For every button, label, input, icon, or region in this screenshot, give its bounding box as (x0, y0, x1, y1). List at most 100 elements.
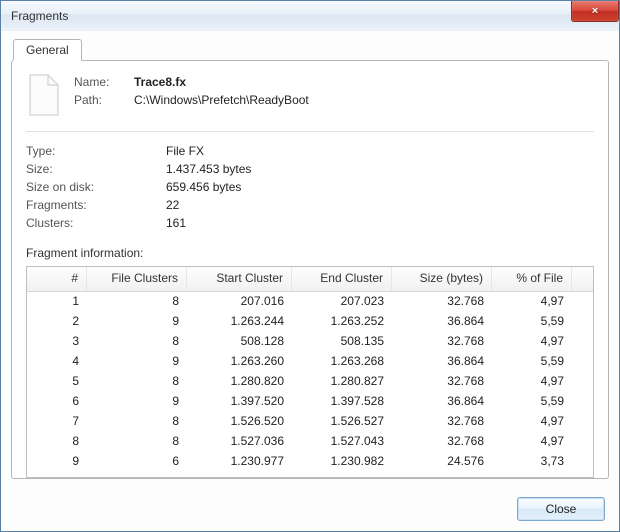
table-cell: 207.023 (292, 291, 392, 311)
table-cell: 1.397.520 (187, 391, 292, 411)
dialog-footer: Close (517, 497, 605, 521)
table-cell: 8 (87, 331, 187, 351)
table-cell: 1.263.260 (187, 351, 292, 371)
table-cell: 32.768 (392, 331, 492, 351)
tab-header: General (13, 39, 82, 61)
table-cell: 1.263.268 (292, 351, 392, 371)
close-button[interactable]: Close (517, 497, 605, 521)
table-row[interactable]: 291.263.2441.263.25236.8645,59 (27, 311, 593, 331)
table-row[interactable]: 881.527.0361.527.04332.7684,97 (27, 431, 593, 451)
table-cell: 9 (87, 311, 187, 331)
table-cell: 32.768 (392, 291, 492, 311)
table-cell: 1.527.043 (292, 431, 392, 451)
col-size-bytes[interactable]: Size (bytes) (392, 267, 492, 291)
table-cell: 207.016 (187, 291, 292, 311)
table-cell: 1.280.827 (292, 371, 392, 391)
table-cell: 8 (87, 431, 187, 451)
window-close-button[interactable]: × (571, 1, 619, 22)
divider (26, 131, 594, 132)
col-end-cluster[interactable]: End Cluster (292, 267, 392, 291)
table-cell: 5,59 (492, 351, 572, 371)
table-cell: 508.135 (292, 331, 392, 351)
table-cell: 1 (27, 291, 87, 311)
grid-body[interactable]: 18207.016207.02332.7684,97291.263.2441.2… (27, 291, 593, 477)
client-area: General Name: Trace8.fx (1, 31, 619, 531)
table-cell: 36.864 (392, 311, 492, 331)
table-cell: 4,97 (492, 291, 572, 311)
table-row[interactable]: 18207.016207.02332.7684,97 (27, 291, 593, 311)
label-size-on-disk: Size on disk: (26, 178, 166, 196)
table-cell: 1.263.252 (292, 311, 392, 331)
table-cell: 1.263.244 (187, 311, 292, 331)
label-clusters: Clusters: (26, 214, 166, 232)
table-row[interactable]: 38508.128508.13532.7684,97 (27, 331, 593, 351)
grid-header: # File Clusters Start Cluster End Cluste… (27, 267, 593, 292)
table-cell: 32.768 (392, 431, 492, 451)
table-cell: 8 (27, 431, 87, 451)
col-start-cluster[interactable]: Start Cluster (187, 267, 292, 291)
value-name: Trace8.fx (134, 73, 186, 91)
fragment-info-title: Fragment information: (26, 246, 594, 260)
value-clusters: 161 (166, 214, 186, 232)
file-icon (26, 73, 62, 117)
tab-general[interactable]: General (13, 39, 82, 61)
window-frame: Fragments × General (0, 0, 620, 532)
table-cell: 4,97 (492, 431, 572, 451)
tab-body: Name: Trace8.fx Path: C:\Windows\Prefetc… (11, 60, 609, 479)
titlebar: Fragments × (1, 1, 619, 32)
table-cell: 36.864 (392, 391, 492, 411)
label-name: Name: (74, 73, 134, 91)
table-cell: 6 (27, 391, 87, 411)
table-cell: 4,97 (492, 331, 572, 351)
col-num[interactable]: # (27, 267, 87, 291)
table-row[interactable]: 961.230.9771.230.98224.5763,73 (27, 451, 593, 471)
table-cell: 32.768 (392, 371, 492, 391)
value-size: 1.437.453 bytes (166, 160, 251, 178)
table-cell: 1.397.528 (292, 391, 392, 411)
file-properties: Type:File FX Size:1.437.453 bytes Size o… (26, 142, 594, 232)
table-cell: 8 (87, 411, 187, 431)
table-row[interactable]: 581.280.8201.280.82732.7684,97 (27, 371, 593, 391)
table-row[interactable]: 781.526.5201.526.52732.7684,97 (27, 411, 593, 431)
table-cell: 9 (87, 391, 187, 411)
file-name-path: Name: Trace8.fx Path: C:\Windows\Prefetc… (74, 73, 594, 117)
table-cell: 5,59 (492, 311, 572, 331)
table-cell: 7 (27, 411, 87, 431)
table-cell: 1.526.520 (187, 411, 292, 431)
table-cell: 5,59 (492, 391, 572, 411)
table-cell: 36.864 (392, 351, 492, 371)
value-path: C:\Windows\Prefetch\ReadyBoot (134, 91, 309, 109)
value-type: File FX (166, 142, 204, 160)
table-cell: 1.527.036 (187, 431, 292, 451)
fragment-grid: # File Clusters Start Cluster End Cluste… (26, 266, 594, 478)
table-cell: 8 (87, 371, 187, 391)
table-cell: 9 (27, 451, 87, 471)
close-icon: × (592, 6, 598, 17)
table-cell: 8 (87, 291, 187, 311)
table-cell: 6 (87, 451, 187, 471)
table-cell: 24.576 (392, 451, 492, 471)
table-cell: 508.128 (187, 331, 292, 351)
table-cell: 1.230.982 (292, 451, 392, 471)
table-cell: 2 (27, 311, 87, 331)
table-cell: 1.526.527 (292, 411, 392, 431)
value-size-on-disk: 659.456 bytes (166, 178, 241, 196)
window-title: Fragments (11, 9, 68, 23)
col-file-clusters[interactable]: File Clusters (87, 267, 187, 291)
table-cell: 3,73 (492, 451, 572, 471)
table-row[interactable]: 691.397.5201.397.52836.8645,59 (27, 391, 593, 411)
file-header: Name: Trace8.fx Path: C:\Windows\Prefetc… (26, 73, 594, 117)
table-cell: 4,97 (492, 371, 572, 391)
tab-control: General Name: Trace8.fx (11, 39, 609, 479)
table-cell: 9 (87, 351, 187, 371)
table-cell: 1.230.977 (187, 451, 292, 471)
label-size: Size: (26, 160, 166, 178)
table-cell: 4,97 (492, 411, 572, 431)
table-cell: 1.280.820 (187, 371, 292, 391)
col-pct-file[interactable]: % of File (492, 267, 572, 291)
label-type: Type: (26, 142, 166, 160)
table-row[interactable]: 491.263.2601.263.26836.8645,59 (27, 351, 593, 371)
table-cell: 5 (27, 371, 87, 391)
value-fragments: 22 (166, 196, 179, 214)
table-cell: 4 (27, 351, 87, 371)
